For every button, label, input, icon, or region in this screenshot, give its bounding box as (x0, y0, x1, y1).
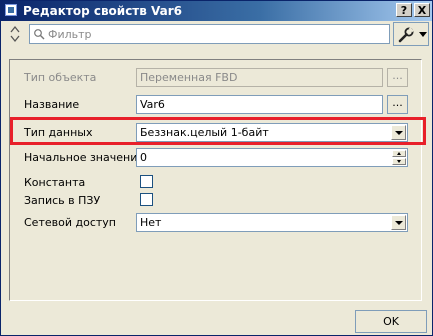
name-label: Название (24, 98, 80, 111)
highlight-frame (10, 117, 426, 145)
ok-button[interactable]: OK (355, 310, 427, 333)
network-access-select[interactable]: Нет (136, 213, 408, 232)
network-access-value: Нет (140, 216, 162, 229)
filter-field[interactable] (29, 24, 390, 44)
title-bar[interactable]: Редактор свойств Var6 ? X (1, 1, 432, 21)
close-button[interactable]: X (414, 3, 430, 17)
rom-write-checkbox[interactable] (140, 193, 153, 206)
properties-editor-window: Редактор свойств Var6 ? X Тип объекта (0, 0, 433, 336)
properties-panel: Тип объекта Переменная FBD ... Название … (9, 59, 422, 301)
filter-input[interactable] (48, 26, 378, 42)
sort-icon[interactable] (10, 25, 20, 43)
object-type-label: Тип объекта (24, 71, 97, 84)
object-type-field: Переменная FBD (136, 68, 383, 87)
window-title: Редактор свойств Var6 (23, 4, 183, 18)
constant-checkbox[interactable] (140, 175, 153, 188)
initial-value-stepper[interactable]: 0 (136, 148, 408, 167)
chevron-down-icon (419, 32, 427, 37)
constant-label: Константа (24, 176, 86, 189)
name-field[interactable]: Var6 (136, 95, 383, 114)
filter-toolbar (1, 21, 432, 49)
wrench-icon (398, 27, 414, 43)
window-icon (5, 4, 17, 16)
initial-value-label: Начальное значение (24, 151, 145, 164)
chevron-down-icon[interactable] (391, 215, 406, 230)
object-type-browse-button: ... (387, 68, 408, 87)
rom-write-label: Запись в ПЗУ (24, 194, 101, 207)
spin-down-icon[interactable] (392, 158, 406, 165)
spin-buttons (392, 150, 406, 165)
spin-up-icon[interactable] (392, 150, 406, 157)
settings-dropdown-button[interactable] (393, 22, 429, 46)
help-button[interactable]: ? (396, 3, 412, 17)
search-icon (34, 29, 45, 40)
network-access-label: Сетевой доступ (24, 216, 116, 229)
name-browse-button[interactable]: ... (387, 95, 408, 114)
initial-value-value: 0 (140, 151, 147, 164)
